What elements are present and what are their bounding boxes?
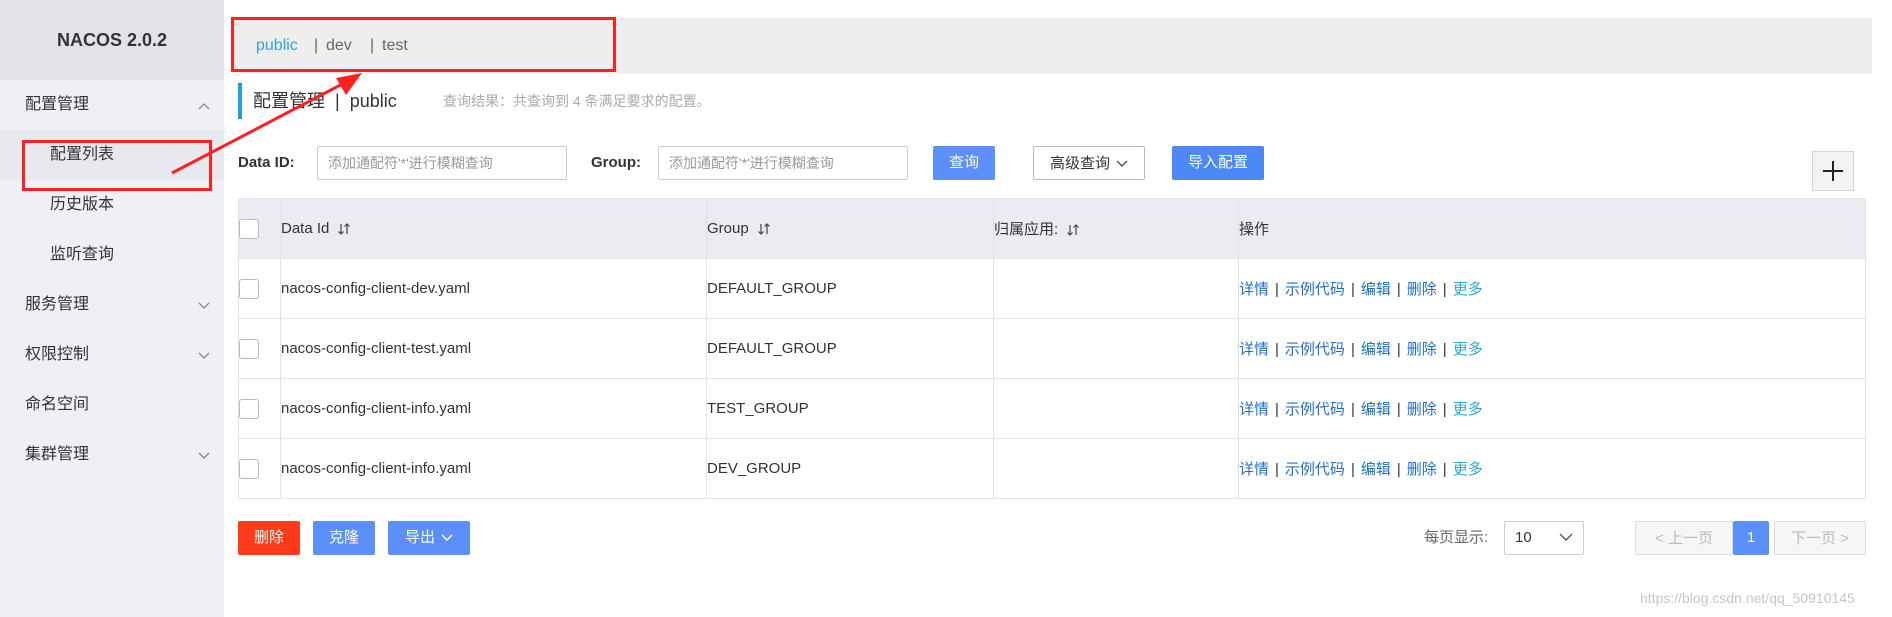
annotation-arrow [171, 73, 362, 175]
